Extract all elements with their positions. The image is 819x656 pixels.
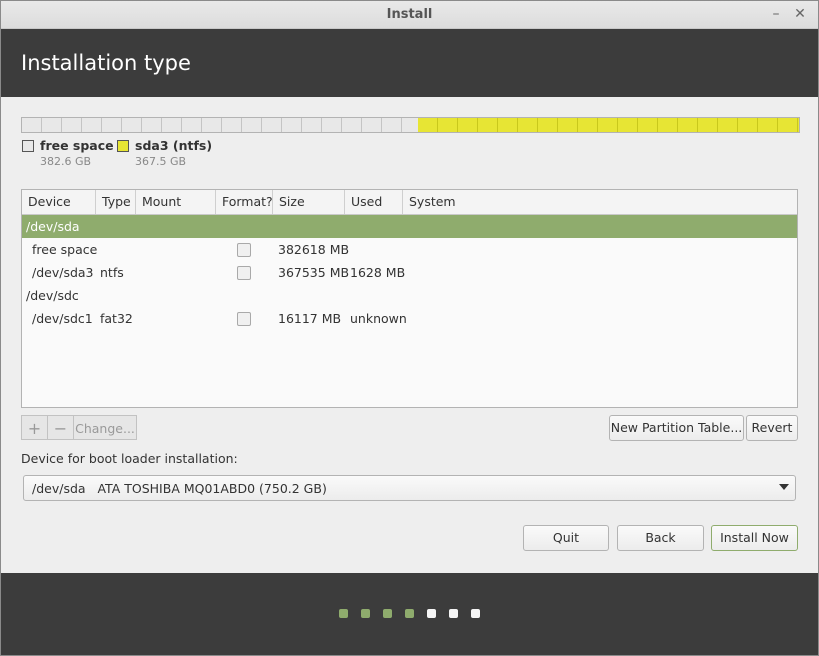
add-partition-button[interactable]: + — [21, 415, 48, 440]
disk-segment-sda3 — [418, 118, 799, 132]
column-size[interactable]: Size — [273, 190, 345, 214]
format-checkbox[interactable] — [237, 266, 251, 280]
partition-table[interactable]: Device Type Mount point Format? Size Use… — [21, 189, 798, 408]
format-checkbox[interactable] — [237, 312, 251, 326]
sda3-swatch — [117, 140, 129, 152]
step-dot — [471, 609, 480, 618]
column-format[interactable]: Format? — [216, 190, 273, 214]
table-row[interactable]: /dev/sda3 ntfs 367535 MB 1628 MB — [22, 261, 797, 284]
step-dot — [427, 609, 436, 618]
cell-used: 1628 MB — [350, 265, 406, 280]
cell-device: /dev/sdc — [26, 288, 79, 303]
column-system[interactable]: System — [403, 190, 797, 214]
cell-size: 382618 MB — [278, 242, 350, 257]
chevron-down-icon — [779, 484, 789, 490]
cell-size: 16117 MB — [278, 311, 342, 326]
cell-used: unknown — [350, 311, 407, 326]
column-mount-point[interactable]: Mount point — [136, 190, 216, 233]
legend-size: 367.5 GB — [135, 155, 187, 168]
cell-size: 367535 MB — [278, 265, 350, 280]
step-dot — [405, 609, 414, 618]
column-type[interactable]: Type — [96, 190, 136, 214]
table-header: Device Type Mount point Format? Size Use… — [22, 190, 797, 233]
step-dot — [449, 609, 458, 618]
title-bar[interactable]: Install – ✕ — [1, 1, 818, 29]
page-header: Installation type — [1, 29, 818, 97]
page-title: Installation type — [21, 51, 191, 75]
legend-size: 382.6 GB — [40, 155, 92, 168]
step-dot — [361, 609, 370, 618]
format-checkbox[interactable] — [237, 243, 251, 257]
cell-device: /dev/sdc1 — [32, 311, 93, 326]
boot-loader-label: Device for boot loader installation: — [21, 451, 238, 466]
cell-device: /dev/sda3 — [32, 265, 94, 280]
table-row[interactable]: free space 382618 MB — [22, 238, 797, 261]
table-row[interactable]: /dev/sdc — [22, 284, 797, 307]
disk-segment-free-space — [22, 118, 418, 132]
free-space-swatch — [22, 140, 34, 152]
boot-loader-device-select[interactable]: /dev/sda ATA TOSHIBA MQ01ABD0 (750.2 GB) — [23, 475, 796, 501]
cell-device: free space — [32, 242, 98, 257]
window-title: Install — [386, 7, 433, 22]
installer-window: Install – ✕ Installation type free space… — [0, 0, 819, 656]
cell-type: fat32 — [100, 311, 133, 326]
change-partition-button[interactable]: Change... — [73, 415, 137, 440]
cell-device: /dev/sda — [26, 219, 80, 234]
progress-footer — [1, 573, 818, 655]
main-content: free space 382.6 GB sda3 (ntfs) 367.5 GB… — [1, 97, 818, 573]
step-dot — [383, 609, 392, 618]
install-now-button[interactable]: Install Now — [711, 525, 798, 551]
legend-name: free space — [40, 138, 114, 153]
close-icon[interactable]: ✕ — [791, 5, 809, 23]
column-used[interactable]: Used — [345, 190, 403, 214]
legend-name: sda3 (ntfs) — [135, 138, 213, 153]
boot-loader-device-value: /dev/sda ATA TOSHIBA MQ01ABD0 (750.2 GB) — [32, 481, 327, 496]
table-row[interactable]: /dev/sdc1 fat32 16117 MB unknown — [22, 307, 797, 330]
disk-usage-bar — [21, 117, 800, 133]
cell-type: ntfs — [100, 265, 124, 280]
table-row[interactable]: /dev/sda — [22, 215, 797, 238]
back-button[interactable]: Back — [617, 525, 704, 551]
quit-button[interactable]: Quit — [523, 525, 609, 551]
new-partition-table-button[interactable]: New Partition Table... — [609, 415, 744, 441]
minimize-icon[interactable]: – — [767, 5, 785, 23]
column-device[interactable]: Device — [22, 190, 96, 214]
remove-partition-button[interactable]: − — [47, 415, 74, 440]
revert-button[interactable]: Revert — [746, 415, 798, 441]
step-dot — [339, 609, 348, 618]
